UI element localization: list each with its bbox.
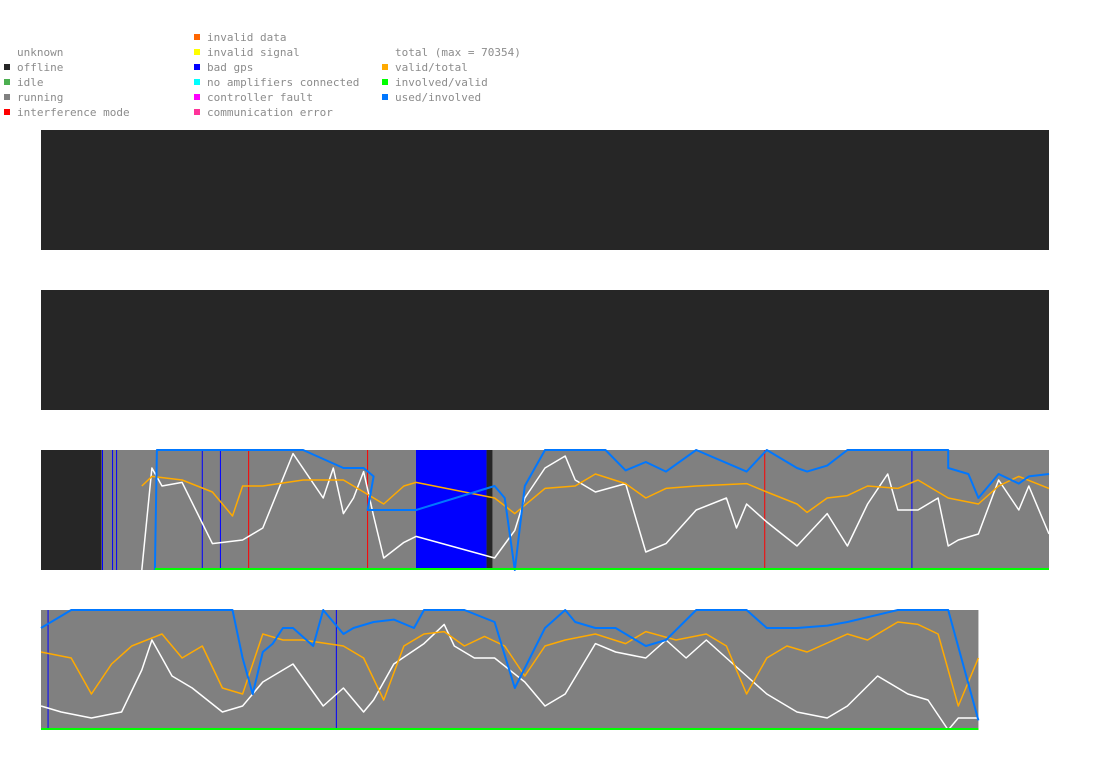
status-band-offline — [41, 450, 102, 570]
status-band-offline — [41, 130, 1049, 250]
timeline-chart — [40, 130, 1050, 731]
status-band-offline — [41, 290, 1049, 410]
status-band-bad-gps — [415, 450, 487, 570]
status-band-offline — [486, 450, 493, 570]
status-band-running — [492, 450, 1050, 570]
